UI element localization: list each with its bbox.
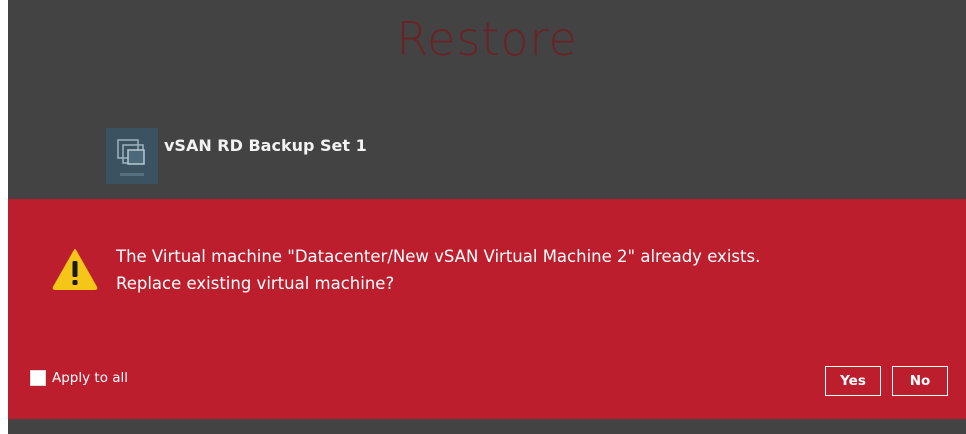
restore-window: Restore vSAN RD Backup Set 1 The Virtual…: [8, 0, 966, 434]
dialog-message: The Virtual machine "Datacenter/New vSAN…: [116, 243, 916, 297]
apply-to-all-checkbox[interactable]: [30, 370, 46, 386]
warning-icon: [52, 248, 98, 290]
screenshot-frame: Restore vSAN RD Backup Set 1 The Virtual…: [0, 0, 966, 434]
backup-set-name: vSAN RD Backup Set 1: [164, 136, 367, 155]
yes-button[interactable]: Yes: [825, 366, 881, 396]
page-title: Restore: [396, 12, 578, 66]
apply-to-all-option[interactable]: Apply to all: [30, 370, 128, 386]
confirm-replace-dialog: The Virtual machine "Datacenter/New vSAN…: [8, 199, 966, 419]
apply-to-all-label: Apply to all: [52, 370, 129, 386]
dialog-message-line1: The Virtual machine "Datacenter/New vSAN…: [116, 247, 761, 266]
dialog-message-line2: Replace existing virtual machine?: [116, 274, 395, 293]
vsan-backup-icon: [106, 128, 158, 184]
bottom-overlay-strip: [8, 419, 966, 434]
no-button[interactable]: No: [892, 366, 948, 396]
